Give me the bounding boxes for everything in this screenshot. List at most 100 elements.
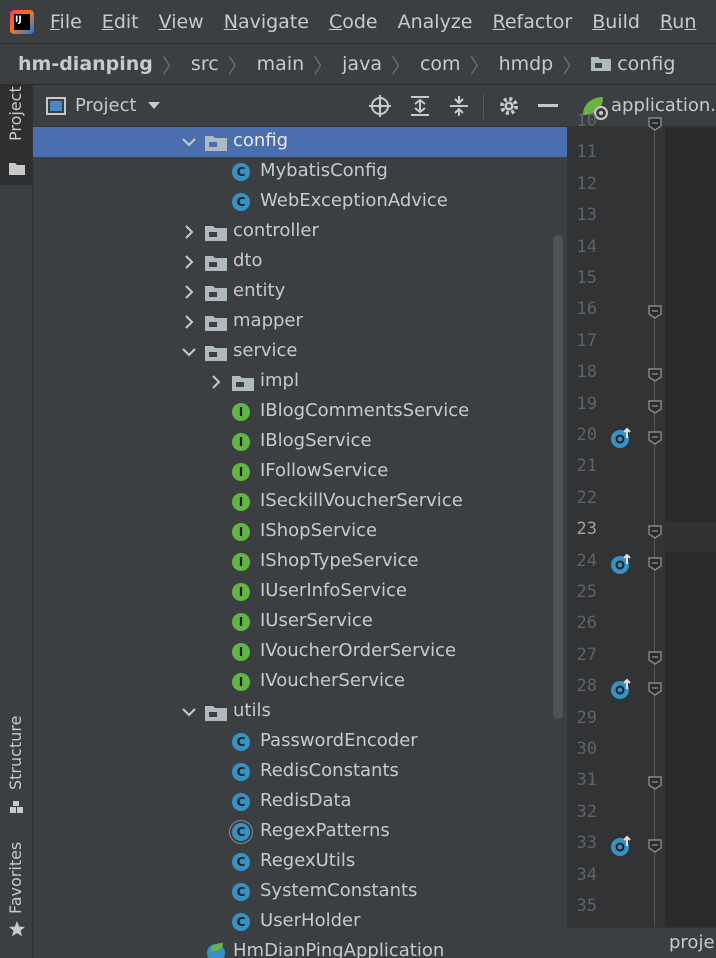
fold-marker-icon[interactable] xyxy=(648,305,662,320)
tree-row-webexceptionadvice[interactable]: C WebExceptionAdvice xyxy=(33,187,567,217)
tree-row-iuserinfoservice[interactable]: I IUserInfoService xyxy=(33,577,567,607)
tree-row-dto[interactable]: dto xyxy=(33,247,567,277)
tree-row-ishoptypeservice[interactable]: I IShopTypeService xyxy=(33,547,567,577)
breadcrumb-item[interactable]: com xyxy=(420,53,461,75)
tree-row-systemconstants[interactable]: C SystemConstants xyxy=(33,877,567,907)
chevron-right-icon[interactable] xyxy=(181,254,197,270)
line-number: 27 xyxy=(576,644,597,665)
bottom-bar-label: proje xyxy=(669,932,715,953)
fold-marker-icon[interactable] xyxy=(648,368,662,383)
implemented-method-icon[interactable] xyxy=(610,835,632,857)
fold-marker-icon[interactable] xyxy=(648,839,662,854)
line-number: 13 xyxy=(576,205,597,226)
breadcrumb-item[interactable]: main xyxy=(257,53,304,75)
caret-row-highlight xyxy=(665,522,716,552)
collapse-all-icon[interactable] xyxy=(448,95,470,117)
chevron-right-icon[interactable] xyxy=(181,314,197,330)
tree-scrollbar[interactable] xyxy=(553,235,563,719)
breadcrumb-item[interactable]: src xyxy=(191,53,219,75)
structure-tool-tab[interactable]: Structure xyxy=(0,715,32,820)
tree-row-iseckillvoucherservice[interactable]: I ISeckillVoucherService xyxy=(33,487,567,517)
tree-item-label: utils xyxy=(233,700,271,721)
tree-row-redisdata[interactable]: C RedisData xyxy=(33,787,567,817)
locate-icon[interactable] xyxy=(369,95,391,117)
menu-label: ile xyxy=(59,10,82,33)
menu-item[interactable]: Run xyxy=(660,11,696,33)
tree-item-label: RegexUtils xyxy=(260,850,356,871)
chevron-down-icon[interactable] xyxy=(148,102,160,110)
tree-row-mybatisconfig[interactable]: C MybatisConfig xyxy=(33,157,567,187)
interface-icon: I xyxy=(232,523,250,541)
chevron-right-icon[interactable] xyxy=(181,224,197,240)
fold-marker-icon[interactable] xyxy=(648,651,662,665)
implemented-method-icon[interactable] xyxy=(610,678,632,700)
line-number: 34 xyxy=(576,864,597,885)
implemented-method-icon[interactable] xyxy=(610,553,632,575)
favorites-tool-tab[interactable]: Favorites xyxy=(0,840,32,940)
chevron-right-icon[interactable] xyxy=(208,374,224,390)
project-tree: config C MybatisConfig C WebExceptionAdvice c… xyxy=(33,127,567,958)
menu-item[interactable]: Edit xyxy=(102,11,139,33)
expand-all-icon[interactable] xyxy=(409,95,431,117)
breadcrumb-item[interactable]: hmdp xyxy=(499,53,554,75)
menu-item[interactable]: Analyze xyxy=(398,11,473,33)
project-panel-title[interactable]: Project xyxy=(75,95,137,116)
tree-row-utils[interactable]: utils xyxy=(33,697,567,727)
tree-row-impl[interactable]: impl xyxy=(33,367,567,397)
tree-row-ivoucherorderservice[interactable]: I IVoucherOrderService xyxy=(33,637,567,667)
fold-marker-icon[interactable] xyxy=(648,431,662,445)
tree-row-regexpatterns[interactable]: C RegexPatterns xyxy=(33,817,567,847)
editor-tab-application-yaml[interactable]: application.y xyxy=(611,95,716,116)
breadcrumb-item[interactable]: config xyxy=(617,53,675,75)
gear-icon[interactable] xyxy=(498,95,520,117)
line-number: 11 xyxy=(576,142,597,163)
tree-item-label: RegexPatterns xyxy=(260,820,390,841)
breadcrumb-item[interactable]: java xyxy=(342,53,382,75)
tree-row-entity[interactable]: entity xyxy=(33,277,567,307)
fold-marker-icon[interactable] xyxy=(648,399,662,414)
menu-item[interactable]: File xyxy=(50,11,82,33)
menu-label: uild xyxy=(605,10,640,33)
breadcrumb-item[interactable]: hm-dianping xyxy=(18,53,153,75)
menu-item[interactable]: Navigate xyxy=(224,11,309,33)
tree-row-ifollowservice[interactable]: I IFollowService xyxy=(33,457,567,487)
line-number: 28 xyxy=(576,676,597,697)
fold-marker-icon[interactable] xyxy=(648,556,662,571)
tree-row-ishopservice[interactable]: I IShopService xyxy=(33,517,567,547)
chevron-down-icon[interactable] xyxy=(181,704,197,720)
menu-item[interactable]: Build xyxy=(592,11,640,33)
tree-row-iblogcommentsservice[interactable]: I IBlogCommentsService xyxy=(33,397,567,427)
fold-marker-icon[interactable] xyxy=(648,776,662,791)
tree-row-passwordencoder[interactable]: C PasswordEncoder xyxy=(33,727,567,757)
implemented-method-icon[interactable] xyxy=(610,427,632,449)
tree-row-redisconstants[interactable]: C RedisConstants xyxy=(33,757,567,787)
project-tool-tab[interactable]: Project xyxy=(0,85,32,185)
breadcrumb-separator: 〉 xyxy=(469,53,490,78)
line-number: 18 xyxy=(576,362,597,383)
fold-marker-icon[interactable] xyxy=(648,525,662,540)
intellij-logo-icon[interactable] xyxy=(10,9,34,34)
menu-item[interactable]: Refactor xyxy=(492,11,572,33)
tree-item-label: MybatisConfig xyxy=(260,160,388,181)
menu-item[interactable]: View xyxy=(159,11,204,33)
fold-marker-icon[interactable] xyxy=(648,682,662,697)
tree-row-config[interactable]: config xyxy=(33,127,567,157)
tree-row-iuserservice[interactable]: I IUserService xyxy=(33,607,567,637)
tree-row-regexutils[interactable]: C RegexUtils xyxy=(33,847,567,877)
chevron-down-icon[interactable] xyxy=(181,344,197,360)
line-number: 15 xyxy=(576,268,597,288)
tree-row-ivoucherservice[interactable]: I IVoucherService xyxy=(33,667,567,697)
chevron-right-icon[interactable] xyxy=(181,284,197,300)
tree-row-mapper[interactable]: mapper xyxy=(33,307,567,337)
tree-row-controller[interactable]: controller xyxy=(33,217,567,247)
tree-item-label: mapper xyxy=(233,310,303,331)
tree-item-label: config xyxy=(233,130,289,151)
fold-marker-icon[interactable] xyxy=(648,117,662,131)
tree-row-iblogservice[interactable]: I IBlogService xyxy=(33,427,567,457)
menu-item[interactable]: Code xyxy=(329,11,378,33)
chevron-down-icon[interactable] xyxy=(181,134,197,150)
hide-panel-icon[interactable] xyxy=(538,104,558,108)
tree-row-userholder[interactable]: C UserHolder xyxy=(33,907,567,937)
tree-row-service[interactable]: service xyxy=(33,337,567,367)
tree-row-hmdianpingapplication[interactable]: HmDianPingApplication xyxy=(33,937,567,958)
